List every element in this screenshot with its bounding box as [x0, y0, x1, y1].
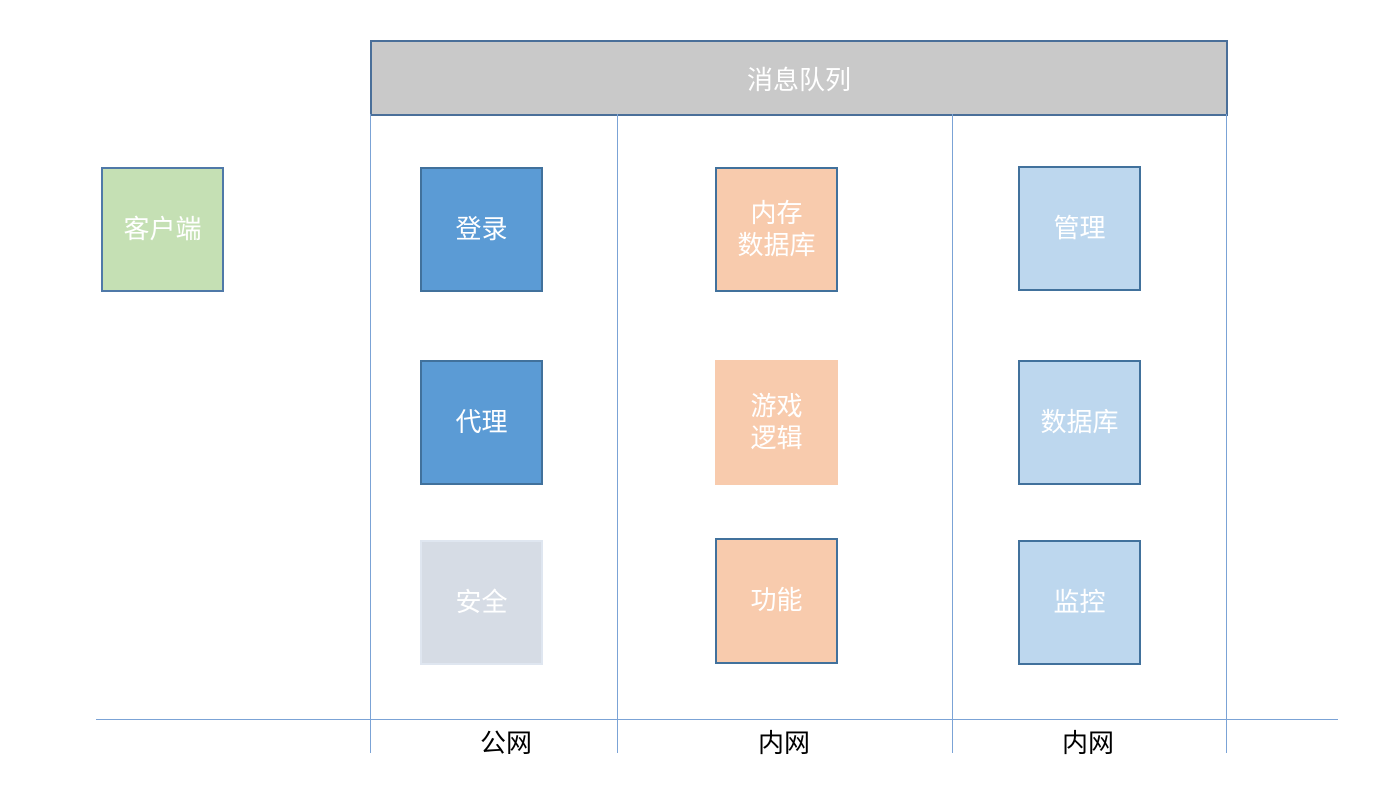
- monitoring-box: 监控: [1018, 540, 1141, 665]
- client-box: 客户端: [101, 167, 224, 292]
- internal-network-label-1: 内网: [758, 729, 811, 759]
- message-queue-bar: 消息队列: [370, 40, 1228, 116]
- feature-box: 功能: [715, 538, 838, 664]
- zone-divider-public-internal: [617, 114, 618, 753]
- public-network-label: 公网: [480, 729, 533, 759]
- zone-divider-right: [1226, 114, 1227, 753]
- zone-divider-internal-internal: [952, 114, 953, 753]
- management-box: 管理: [1018, 166, 1141, 291]
- proxy-box: 代理: [420, 360, 543, 485]
- security-box: 安全: [420, 540, 543, 665]
- internal-network-label-2: 内网: [1062, 729, 1115, 759]
- architecture-diagram: 消息队列 客户端 登录 代理 安全 内存 数据库 游戏 逻辑 功能 管理 数据库…: [0, 0, 1395, 790]
- memory-database-box: 内存 数据库: [715, 167, 838, 292]
- baseline: [96, 719, 1338, 720]
- login-box: 登录: [420, 167, 543, 292]
- zone-divider-left: [370, 114, 371, 753]
- game-logic-box: 游戏 逻辑: [715, 360, 838, 485]
- database-box: 数据库: [1018, 360, 1141, 485]
